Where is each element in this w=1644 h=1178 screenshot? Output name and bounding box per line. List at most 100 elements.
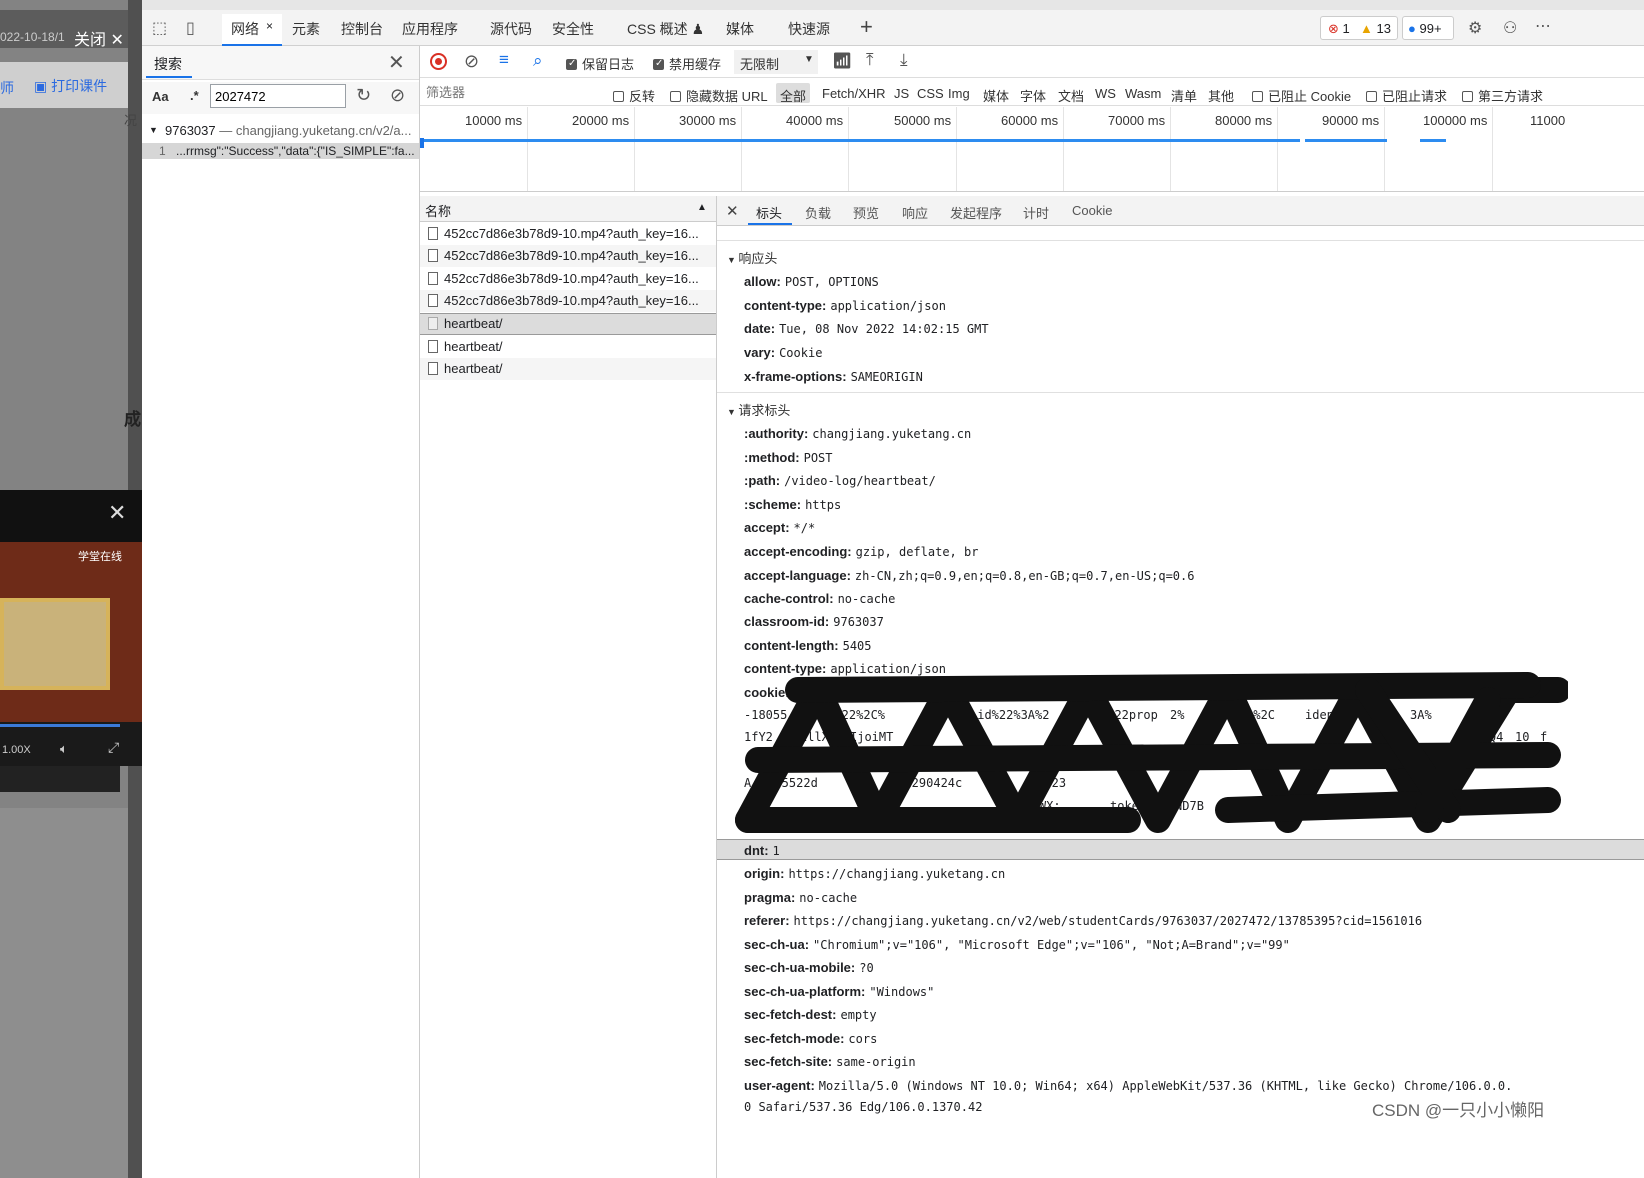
add-tab-icon[interactable]: +	[860, 14, 873, 40]
request-row[interactable]: heartbeat/	[420, 336, 716, 358]
tab-response[interactable]: 响应	[902, 203, 928, 222]
import-har-icon[interactable]: ⤒	[866, 50, 874, 70]
response-headers-section[interactable]: ▼ 响应头	[727, 248, 777, 267]
tab-timing[interactable]: 计时	[1023, 203, 1049, 222]
background-close-button[interactable]: 关闭 ✕	[74, 26, 124, 50]
search-input[interactable]	[210, 84, 346, 108]
clear-icon[interactable]: ⊘	[390, 85, 405, 106]
device-toolbar-icon[interactable]: ▯	[186, 18, 195, 38]
type-filter-js[interactable]: JS	[894, 86, 909, 101]
blocked-requests-checkbox[interactable]: 已阻止请求	[1366, 86, 1447, 105]
type-filter-ws[interactable]: WS	[1095, 86, 1116, 101]
filter-input[interactable]	[424, 81, 604, 103]
type-filter-all[interactable]: 全部	[780, 86, 806, 105]
type-filter-font[interactable]: 字体	[1020, 86, 1046, 105]
type-filter-media[interactable]: 媒体	[983, 86, 1009, 105]
search-result-title[interactable]: 9763037 — changjiang.yuketang.cn/v2/a...	[165, 123, 417, 138]
request-name: 452cc7d86e3b78d9-10.mp4?auth_key=16...	[444, 271, 699, 286]
request-list-header[interactable]	[420, 196, 716, 222]
invert-checkbox[interactable]: 反转	[613, 86, 655, 105]
request-row[interactable]: heartbeat/	[420, 358, 716, 380]
request-headers-section[interactable]: ▼ 请求标头	[727, 400, 790, 419]
header-row: origin: https://changjiang.yuketang.cn	[744, 866, 1005, 881]
tab-network[interactable]: 网络	[231, 19, 259, 39]
expand-triangle-icon[interactable]: ▼	[149, 125, 158, 135]
tab-cookies[interactable]: Cookie	[1072, 203, 1112, 218]
name-column-header[interactable]: 名称	[425, 201, 451, 220]
timeline-tick-label: 30000 ms	[679, 113, 737, 128]
request-row-selected[interactable]: heartbeat/	[420, 313, 716, 335]
throttle-select[interactable]: 无限制 ▼	[734, 50, 818, 74]
blocked-requests-label: 已阻止请求	[1382, 89, 1448, 104]
video-close-icon[interactable]: ✕	[108, 500, 126, 526]
tab-css-overview[interactable]: CSS 概述 ♟	[627, 19, 704, 39]
request-name: heartbeat/	[444, 361, 503, 376]
type-filter-css[interactable]: CSS	[917, 86, 944, 101]
settings-gear-icon[interactable]: ⚙	[1468, 18, 1482, 38]
request-row[interactable]: 452cc7d86e3b78d9-10.mp4?auth_key=16...	[420, 245, 716, 267]
refresh-icon[interactable]: ↻	[356, 85, 371, 106]
search-icon[interactable]: ⌕	[533, 51, 543, 71]
volume-icon[interactable]: 🔈︎	[60, 741, 68, 757]
file-icon	[428, 294, 438, 307]
warning-badge[interactable]: ▲ 13	[1360, 21, 1391, 36]
disable-cache-checkbox[interactable]: 禁用缓存	[653, 54, 721, 73]
printer-icon: ▣	[34, 78, 52, 94]
customize-icon[interactable]: ⚇	[1503, 18, 1517, 38]
tab-elements[interactable]: 元素	[292, 19, 320, 39]
hide-data-url-checkbox[interactable]: 隐藏数据 URL	[670, 86, 768, 105]
preserve-log-checkbox[interactable]: 保留日志	[566, 54, 634, 73]
chevron-down-icon: ▼	[804, 54, 814, 65]
tab-payload[interactable]: 负载	[805, 203, 831, 222]
error-badge[interactable]: ⊗ 1	[1328, 21, 1350, 37]
video-progress-bar[interactable]	[0, 724, 120, 727]
close-icon[interactable]: ✕	[388, 50, 405, 75]
print-courseware-button[interactable]: ▣ 打印课件	[34, 76, 107, 96]
header-value: ?0	[859, 961, 874, 975]
message-badge[interactable]: ● 99+	[1408, 21, 1442, 36]
header-row: allow: POST, OPTIONS	[744, 274, 879, 289]
export-har-icon[interactable]: ⤓	[900, 50, 908, 70]
request-row[interactable]: 452cc7d86e3b78d9-10.mp4?auth_key=16...	[420, 290, 716, 312]
fullscreen-icon[interactable]: ⤢	[108, 739, 119, 756]
devtools-top-strip	[142, 0, 1644, 10]
request-row[interactable]: 452cc7d86e3b78d9-10.mp4?auth_key=16...	[420, 223, 716, 245]
more-options-icon[interactable]: ⋯	[1535, 16, 1551, 36]
sort-ascending-icon[interactable]: ▲	[697, 202, 707, 213]
tab-sources[interactable]: 源代码	[490, 19, 532, 39]
type-filter-fetch-xhr[interactable]: Fetch/XHR	[822, 86, 886, 101]
match-case-toggle[interactable]: Aa	[152, 89, 169, 104]
inspect-element-icon[interactable]: ⬚	[152, 18, 167, 38]
clear-log-icon[interactable]: ⊘	[464, 51, 479, 72]
video-speed-button[interactable]: 1.00X	[2, 744, 31, 756]
type-filter-wasm[interactable]: Wasm	[1125, 86, 1161, 101]
filter-icon[interactable]: ≡	[499, 50, 509, 70]
close-tab-icon[interactable]: ×	[266, 19, 273, 33]
search-result-id: 9763037	[165, 123, 216, 138]
regex-toggle[interactable]: .*	[190, 88, 199, 103]
type-filter-other[interactable]: 其他	[1208, 86, 1234, 105]
tab-media[interactable]: 媒体	[726, 19, 754, 39]
timeline-gridline	[1170, 107, 1171, 191]
tab-preview[interactable]: 预览	[853, 203, 879, 222]
request-row[interactable]: 452cc7d86e3b78d9-10.mp4?auth_key=16...	[420, 268, 716, 290]
close-details-icon[interactable]: ✕	[726, 202, 739, 220]
timeline-tick-label: 70000 ms	[1108, 113, 1166, 128]
tab-quick-source[interactable]: 快速源	[788, 19, 830, 39]
network-conditions-icon[interactable]: 📶︎	[832, 51, 852, 71]
blocked-cookies-checkbox[interactable]: 已阻止 Cookie	[1252, 86, 1351, 105]
header-value: 5405	[842, 639, 872, 653]
tab-application[interactable]: 应用程序	[402, 19, 458, 39]
file-icon	[428, 272, 438, 285]
type-filter-manifest[interactable]: 清单	[1171, 86, 1197, 105]
background-page-date: 022-10-18/1	[0, 30, 65, 44]
tab-console[interactable]: 控制台	[341, 19, 383, 39]
header-key: :scheme:	[744, 497, 802, 512]
third-party-checkbox[interactable]: 第三方请求	[1462, 86, 1543, 105]
search-result-url: — changjiang.yuketang.cn/v2/a...	[219, 123, 412, 138]
type-filter-img[interactable]: Img	[948, 86, 970, 101]
tab-security[interactable]: 安全性	[552, 19, 594, 39]
type-filter-doc[interactable]: 文档	[1058, 86, 1084, 105]
tab-initiator[interactable]: 发起程序	[950, 203, 1002, 222]
tab-headers[interactable]: 标头	[756, 203, 782, 222]
